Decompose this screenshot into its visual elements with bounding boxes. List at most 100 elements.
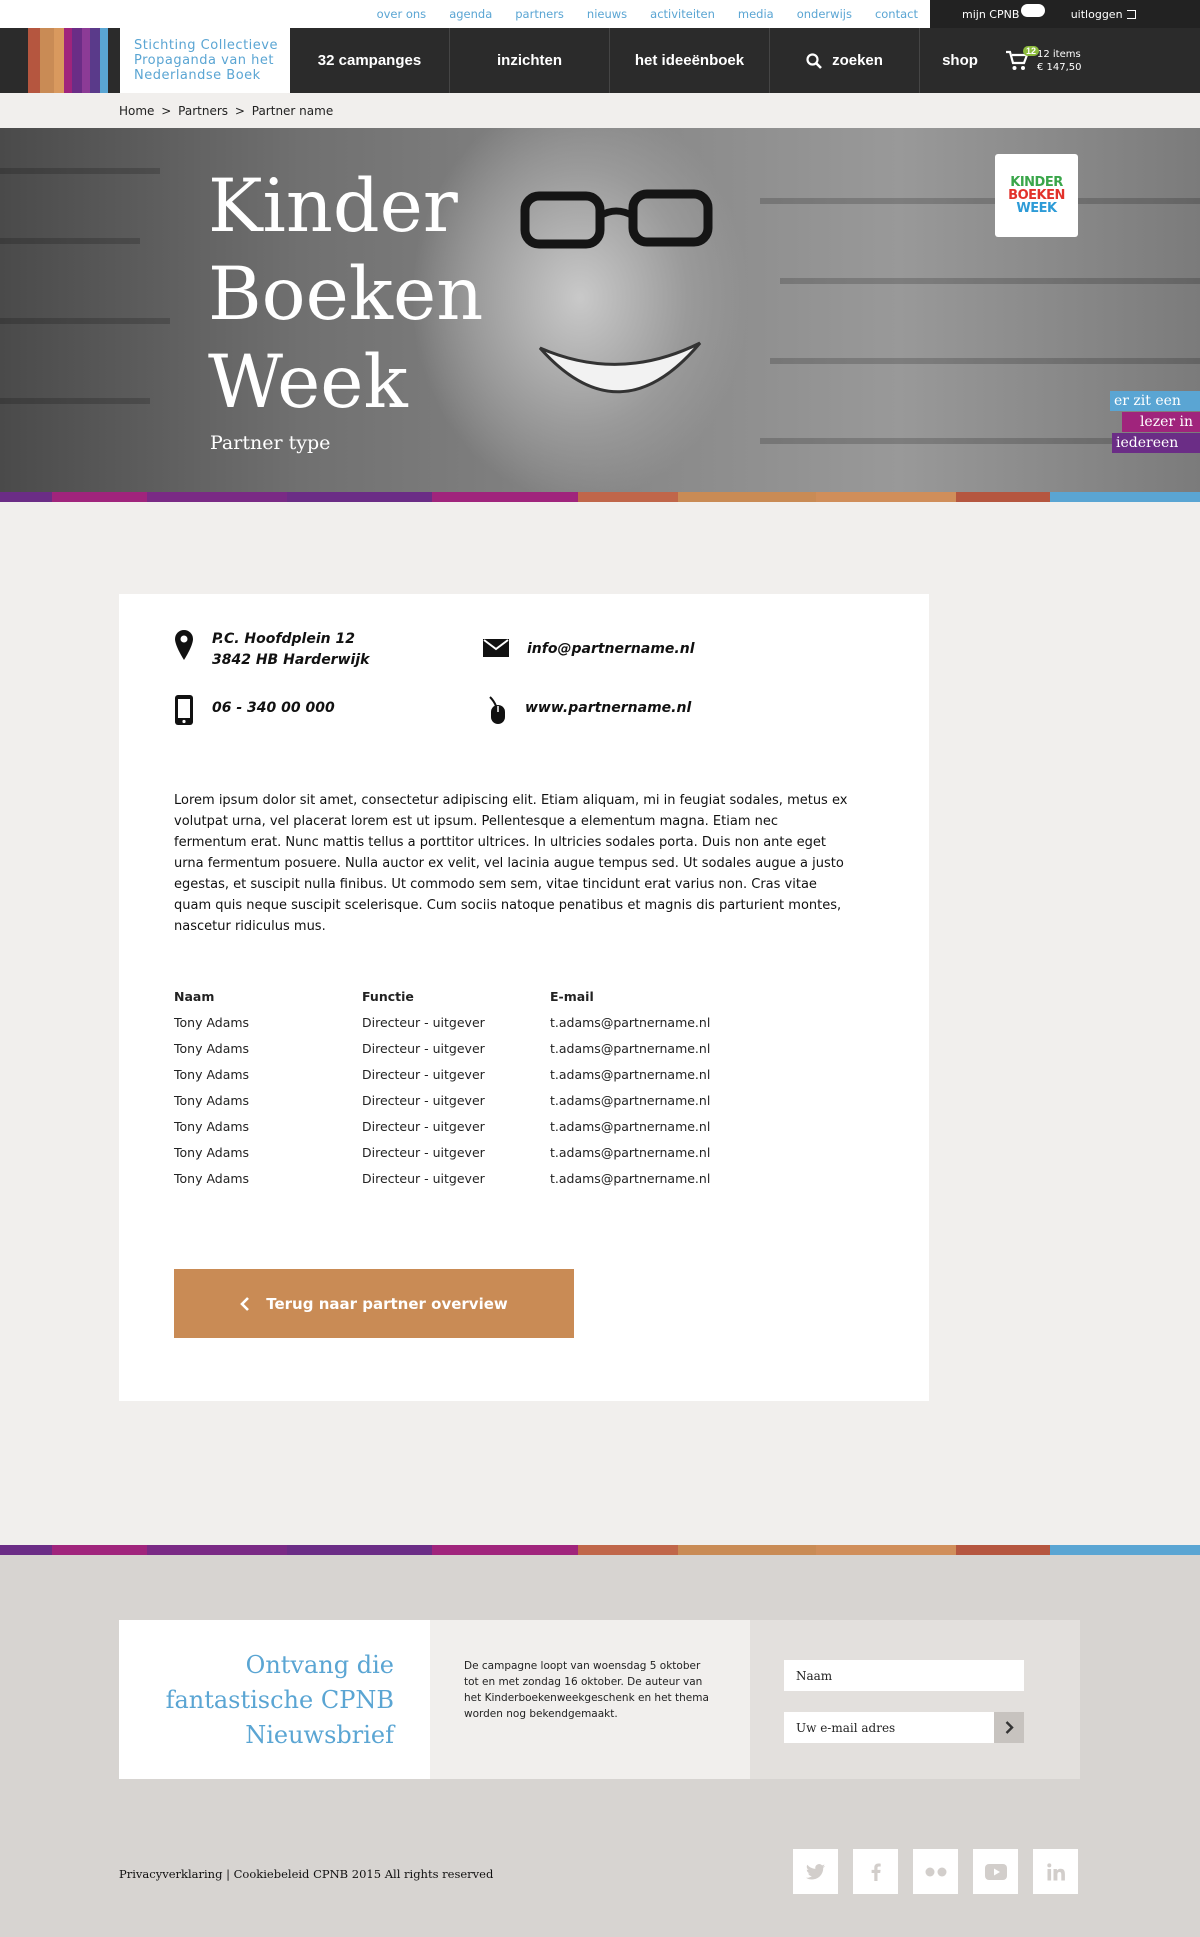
hero-title: Kinder Boeken Week xyxy=(208,163,483,427)
person-function: Directeur - uitgever xyxy=(362,1066,485,1082)
nav-item-label: shop xyxy=(942,52,978,69)
email-link[interactable]: info@partnername.nl xyxy=(527,639,695,660)
youtube-icon[interactable] xyxy=(973,1849,1018,1894)
table-row: Tony Adams Directeur - uitgever t.adams@pa… xyxy=(174,1165,750,1191)
flickr-dots-glyph xyxy=(925,1867,946,1876)
brick-texture xyxy=(0,398,150,404)
table-row: Tony Adams Directeur - uitgever t.adams@pa… xyxy=(174,1087,750,1113)
name-field[interactable]: Naam xyxy=(784,1660,1024,1691)
twitter-icon[interactable] xyxy=(793,1849,838,1894)
nav-item-shop[interactable]: shop xyxy=(920,28,1000,93)
cart-total: € 147,50 xyxy=(1037,61,1082,73)
portrait-smile xyxy=(538,341,702,394)
linkedin-glyph xyxy=(1046,1862,1065,1880)
kinderboekenweek-logo: KINDER BOEKEN WEEK xyxy=(995,154,1078,237)
breadcrumb-home[interactable]: Home xyxy=(119,104,154,118)
back-button-label: Terug naar partner overview xyxy=(266,1294,508,1313)
partner-description: Lorem ipsum dolor sit amet, consectetur … xyxy=(174,793,848,934)
logo-line-3: Nederlandse Boek xyxy=(134,68,261,83)
hero-title-line: Kinder xyxy=(208,164,458,249)
person-function: Directeur - uitgever xyxy=(362,1014,485,1030)
nav-item-zoeken[interactable]: zoeken xyxy=(770,28,920,93)
cpnb-logo[interactable]: Stichting Collectieve Propaganda van het… xyxy=(120,28,290,93)
person-name: Tony Adams xyxy=(174,1144,250,1160)
nav-item-label: inzichten xyxy=(496,52,562,69)
top-link-contact[interactable]: contact xyxy=(875,7,918,21)
newsletter-signup: Ontvang die fantastische CPNB Nieuwsbrie… xyxy=(119,1620,1080,1779)
contact-persons-table: Naam Functie E-mail Tony Adams Directeur … xyxy=(174,987,750,1191)
person-email[interactable]: t.adams@partnername.nl xyxy=(550,1139,750,1165)
hero-banner: Kinder Boeken Week Partner type KINDER B… xyxy=(0,128,1200,492)
breadcrumb: Home > Partners > Partner name xyxy=(119,104,336,118)
legal-links[interactable]: Privacyverklaring | Cookiebeleid CPNB 20… xyxy=(119,1867,493,1881)
newsletter-submit-button[interactable] xyxy=(994,1712,1024,1743)
footer-color-bar xyxy=(0,1545,1200,1555)
person-email[interactable]: t.adams@partnername.nl xyxy=(550,1113,750,1139)
person-function: Directeur - uitgever xyxy=(362,1170,485,1186)
logout-icon xyxy=(1126,10,1136,19)
back-to-overview-button[interactable]: Terug naar partner overview xyxy=(174,1269,574,1338)
top-links: over ons agenda partners nieuws activite… xyxy=(377,0,918,28)
table-row: Tony Adams Directeur - uitgever t.adams@pa… xyxy=(174,1035,750,1061)
linkedin-icon[interactable] xyxy=(1033,1849,1078,1894)
person-email[interactable]: t.adams@partnername.nl xyxy=(550,1087,750,1113)
person-function: Directeur - uitgever xyxy=(362,1092,485,1108)
brick-texture xyxy=(770,358,1200,364)
facebook-icon[interactable] xyxy=(853,1849,898,1894)
shopping-cart[interactable]: 12 12 items € 147,50 xyxy=(1005,28,1082,93)
my-cpnb-link[interactable]: mijn CPNB 12 xyxy=(962,3,1045,21)
logo-line-2: Propaganda van het xyxy=(134,53,275,68)
email-row: Uw e-mail adres xyxy=(784,1712,1024,1743)
breadcrumb-separator: > xyxy=(234,104,245,118)
tagline-line: iedereen xyxy=(1112,433,1200,453)
person-email[interactable]: t.adams@partnername.nl xyxy=(550,1165,750,1191)
mouse-icon xyxy=(489,696,505,724)
footer: Ontvang die fantastische CPNB Nieuwsbrie… xyxy=(0,1555,1200,1937)
person-email[interactable]: t.adams@partnername.nl xyxy=(550,1009,750,1035)
logout-link[interactable]: uitloggen xyxy=(1071,8,1136,21)
nav-item-label: het ideeënboek xyxy=(634,52,745,69)
top-link-media[interactable]: media xyxy=(738,7,774,21)
tagline-line: er zit een xyxy=(1110,391,1200,411)
cart-badge: 12 xyxy=(1023,46,1040,56)
top-link-activiteiten[interactable]: activiteiten xyxy=(650,7,715,21)
phone-icon xyxy=(175,695,193,725)
email-block: info@partnername.nl xyxy=(483,639,695,660)
facebook-f-glyph xyxy=(871,1863,881,1881)
brick-texture xyxy=(0,168,160,174)
nav-item-campagnes[interactable]: 32 campanges xyxy=(290,28,450,93)
partner-details-card: P.C. Hoofdplein 12 3842 HB Harderwijk in… xyxy=(119,594,929,1401)
address-line: 3842 HB Harderwijk xyxy=(212,652,370,668)
newsletter-title-line: Ontvang die xyxy=(245,1651,394,1679)
person-name: Tony Adams xyxy=(174,1118,250,1134)
top-link-onderwijs[interactable]: onderwijs xyxy=(797,7,852,21)
person-name: Tony Adams xyxy=(174,1040,250,1056)
email-field[interactable]: Uw e-mail adres xyxy=(784,1712,994,1743)
top-link-over-ons[interactable]: over ons xyxy=(377,7,427,21)
cart-summary: 12 items € 147,50 xyxy=(1037,48,1082,74)
nav-item-inzichten[interactable]: inzichten xyxy=(450,28,610,93)
chevron-left-icon xyxy=(240,1296,250,1311)
search-icon xyxy=(806,52,822,69)
social-links xyxy=(793,1849,1078,1894)
address-block: P.C. Hoofdplein 12 3842 HB Harderwijk xyxy=(174,629,369,671)
top-link-agenda[interactable]: agenda xyxy=(449,7,492,21)
cart-items: 12 items xyxy=(1037,48,1081,60)
brick-texture xyxy=(780,278,1200,284)
person-email[interactable]: t.adams@partnername.nl xyxy=(550,1035,750,1061)
account-bar: mijn CPNB 12 uitloggen xyxy=(930,0,1200,28)
website-link[interactable]: www.partnername.nl xyxy=(525,698,691,719)
person-email[interactable]: t.adams@partnername.nl xyxy=(550,1061,750,1087)
breadcrumb-partners[interactable]: Partners xyxy=(178,104,228,118)
top-link-partners[interactable]: partners xyxy=(515,7,564,21)
nav-item-ideeenboek[interactable]: het ideeënboek xyxy=(610,28,770,93)
top-link-nieuws[interactable]: nieuws xyxy=(587,7,627,21)
person-name: Tony Adams xyxy=(174,1014,250,1030)
youtube-play-glyph xyxy=(984,1863,1007,1880)
chevron-right-icon xyxy=(1005,1721,1014,1734)
tagline-line: lezer in xyxy=(1122,412,1200,432)
nav-item-label: 32 campanges xyxy=(317,52,422,69)
column-header: Functie xyxy=(362,988,414,1004)
newsletter-title-line: fantastische CPNB xyxy=(165,1686,394,1714)
flickr-icon[interactable] xyxy=(913,1849,958,1894)
